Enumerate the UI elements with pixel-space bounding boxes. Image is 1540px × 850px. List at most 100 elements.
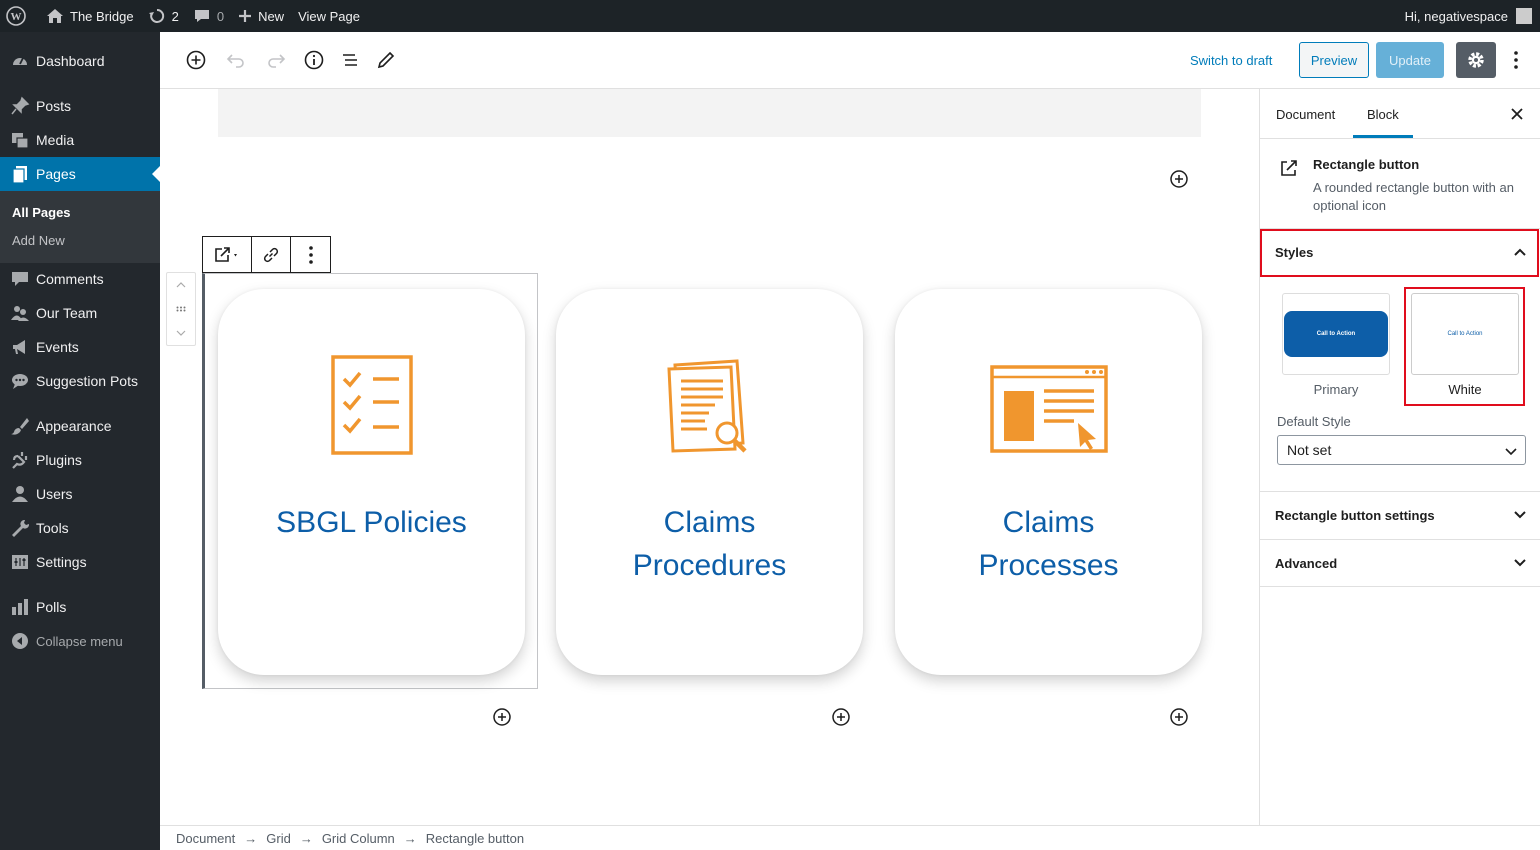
wordpress-icon: W: [6, 6, 26, 26]
updates-icon: [148, 8, 164, 23]
sidebar-item-label: Polls: [36, 599, 67, 615]
home-icon: [47, 9, 63, 23]
editor-canvas: SBGL Policies Claims Procedures Claims P…: [160, 89, 1259, 825]
wordpress-logo[interactable]: W: [0, 0, 39, 32]
sidebar-item-dashboard[interactable]: Dashboard: [0, 44, 160, 78]
spacer-block[interactable]: [218, 89, 1201, 137]
tab-block[interactable]: Block: [1367, 107, 1399, 122]
sidebar-item-comments[interactable]: Comments: [0, 262, 160, 296]
advanced-panel-toggle[interactable]: Advanced: [1260, 539, 1540, 587]
sidebar-item-label: Pages: [36, 166, 76, 182]
my-account[interactable]: Hi, negativespace: [1405, 8, 1540, 24]
view-page-link[interactable]: View Page: [291, 0, 367, 32]
megaphone-icon: [10, 337, 30, 357]
new-content-link[interactable]: New: [231, 0, 291, 32]
panel-title: Advanced: [1275, 555, 1338, 571]
plus-circle-icon: [186, 50, 206, 70]
breadcrumb-grid-column[interactable]: Grid Column: [322, 831, 395, 846]
sidebar-item-media[interactable]: Media: [0, 123, 160, 157]
rectangle-button-card[interactable]: SBGL Policies: [218, 289, 525, 675]
new-label: New: [258, 8, 285, 24]
sidebar-item-tools[interactable]: Tools: [0, 511, 160, 545]
block-inserter-button[interactable]: [1169, 169, 1189, 189]
info-icon: [304, 50, 324, 70]
block-navigation-button[interactable]: [338, 48, 362, 72]
undo-button[interactable]: [224, 48, 248, 72]
dashboard-icon: [10, 51, 30, 71]
sidebar-item-users[interactable]: Users: [0, 477, 160, 511]
default-style-value: Not set: [1287, 442, 1332, 458]
block-inserter-button[interactable]: [1169, 707, 1189, 727]
settings-toggle-button[interactable]: [1456, 42, 1496, 78]
collapse-icon: [10, 631, 30, 651]
breadcrumb-document[interactable]: Document: [176, 831, 235, 846]
rectangle-button-card[interactable]: Claims Processes: [895, 289, 1202, 675]
list-icon: [343, 54, 357, 66]
sidebar-item-label: Our Team: [36, 305, 98, 321]
sidebar-item-settings[interactable]: Settings: [0, 545, 160, 579]
close-sidebar-button[interactable]: [1508, 105, 1526, 123]
switch-to-draft-button[interactable]: Switch to draft: [1190, 53, 1272, 68]
view-page-label: View Page: [298, 8, 360, 24]
chevron-down-icon[interactable]: [176, 330, 186, 336]
link-icon: [263, 247, 279, 262]
block-breadcrumb: Document → Grid → Grid Column → Rectangl…: [160, 825, 1540, 850]
comments-link[interactable]: 0: [186, 0, 231, 32]
avatar: [1516, 8, 1532, 24]
block-inserter-button[interactable]: [492, 707, 512, 727]
edit-mode-button[interactable]: [374, 48, 398, 72]
rectangle-button-settings-toggle[interactable]: Rectangle button settings: [1260, 491, 1540, 539]
site-name: The Bridge: [70, 8, 134, 24]
more-options-button[interactable]: [1506, 48, 1526, 72]
sidebar-item-label: Dashboard: [36, 53, 105, 69]
sidebar-item-label: Appearance: [36, 418, 112, 434]
submenu-all-pages[interactable]: All Pages: [12, 205, 71, 220]
collapse-menu-button[interactable]: Collapse menu: [0, 624, 160, 658]
sidebar-item-our-team[interactable]: Our Team: [0, 296, 160, 330]
block-inserter-button[interactable]: [831, 707, 851, 727]
primary-preview: Call to Action: [1284, 311, 1388, 357]
site-name-link[interactable]: The Bridge: [39, 0, 141, 32]
block-switcher-button[interactable]: [203, 237, 252, 272]
submenu-add-new[interactable]: Add New: [12, 233, 65, 248]
default-style-select[interactable]: Not set: [1277, 435, 1526, 465]
block-options-button[interactable]: [291, 237, 330, 272]
sidebar-item-appearance[interactable]: Appearance: [0, 409, 160, 443]
chevron-down-icon: [1505, 448, 1517, 456]
editor-toolbar: Switch to draft Preview Update: [160, 32, 1540, 89]
tab-document[interactable]: Document: [1276, 107, 1335, 122]
media-icon: [10, 130, 30, 150]
comment-icon: [10, 269, 30, 289]
brush-icon: [10, 416, 30, 436]
sidebar-item-plugins[interactable]: Plugins: [0, 443, 160, 477]
chevron-down-icon: [1514, 511, 1526, 519]
svg-text:W: W: [11, 11, 22, 23]
chevron-up-icon[interactable]: [176, 282, 186, 288]
drag-handle-icon[interactable]: [176, 306, 186, 312]
breadcrumb-grid[interactable]: Grid: [266, 831, 291, 846]
add-block-button[interactable]: [184, 48, 208, 72]
breadcrumb-separator: →: [403, 830, 417, 846]
sidebar-item-posts[interactable]: Posts: [0, 89, 160, 123]
updates-link[interactable]: 2: [141, 0, 186, 32]
redo-button[interactable]: [264, 48, 288, 72]
sidebar-item-events[interactable]: Events: [0, 330, 160, 364]
sidebar-item-polls[interactable]: Polls: [0, 590, 160, 624]
sidebar-item-suggestion-pots[interactable]: Suggestion Pots: [0, 364, 160, 398]
preview-button[interactable]: Preview: [1299, 42, 1369, 78]
pencil-icon: [377, 51, 395, 69]
sidebar-item-pages[interactable]: Pages: [0, 157, 160, 191]
panel-title: Rectangle button settings: [1275, 508, 1435, 523]
style-option-primary[interactable]: Call to Action: [1282, 293, 1390, 375]
link-button[interactable]: [252, 237, 291, 272]
content-info-button[interactable]: [302, 48, 326, 72]
rectangle-button-card[interactable]: Claims Procedures: [556, 289, 863, 675]
redo-icon: [268, 54, 286, 68]
sidebar-item-label: Posts: [36, 98, 72, 114]
undo-icon: [226, 54, 244, 68]
browser-window-icon: [895, 355, 1202, 459]
kebab-menu-icon: [308, 245, 313, 264]
sidebar-item-label: Events: [36, 339, 79, 355]
update-button[interactable]: Update: [1376, 42, 1444, 78]
block-mover: [166, 272, 196, 346]
